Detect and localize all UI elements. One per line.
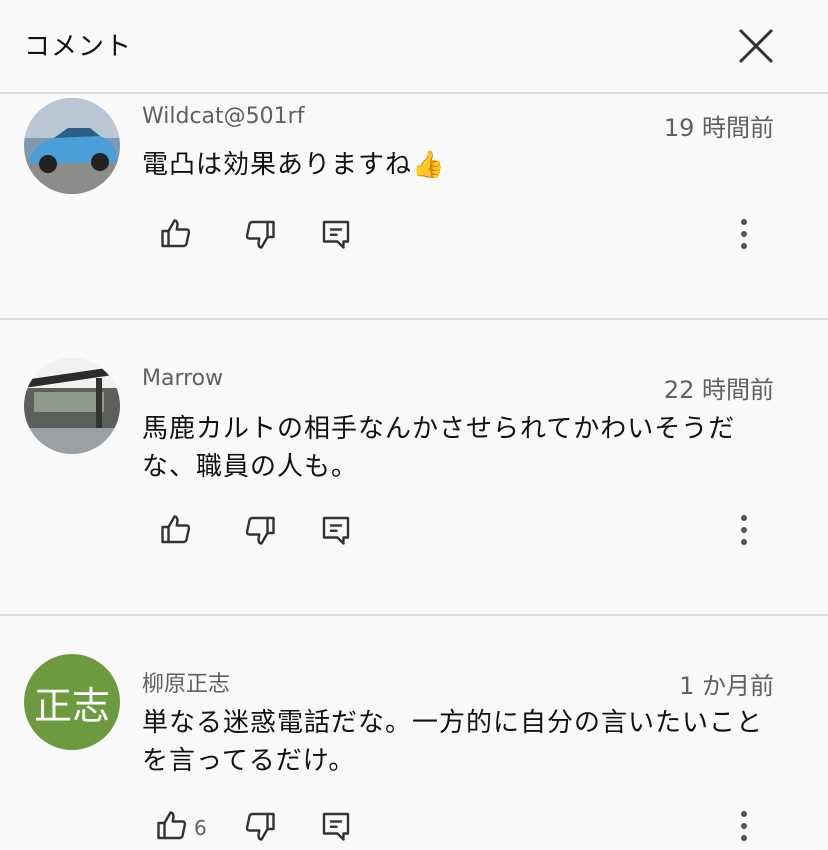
like-button[interactable] bbox=[158, 512, 194, 548]
comment-author[interactable]: Marrow bbox=[142, 366, 223, 391]
reply-button[interactable] bbox=[318, 512, 354, 548]
reply-button[interactable] bbox=[318, 808, 354, 844]
more-vert-icon bbox=[741, 219, 747, 249]
comments-header: コメント bbox=[0, 0, 828, 94]
reply-icon bbox=[322, 812, 350, 841]
building-photo-avatar bbox=[24, 358, 120, 454]
comment-item: Marrow 22 時間前 馬鹿カルトの相手なんかさせられてかわいそうだな、職員… bbox=[0, 320, 828, 616]
close-icon[interactable] bbox=[732, 22, 780, 70]
comment-timestamp: 1 か月前 bbox=[679, 672, 774, 700]
more-vert-icon bbox=[741, 515, 747, 545]
thumbs-up-icon bbox=[161, 219, 191, 248]
avatar-initials: 正志 bbox=[33, 683, 110, 728]
more-options-button[interactable] bbox=[732, 510, 756, 550]
comment-text: 単なる迷惑電話だな。一方的に自分の言いたいことを言ってるだけ。 bbox=[142, 708, 764, 776]
dislike-button[interactable] bbox=[242, 512, 278, 548]
avatar[interactable] bbox=[24, 98, 120, 194]
more-options-button[interactable] bbox=[732, 214, 756, 254]
reply-icon bbox=[322, 516, 350, 545]
comment-text: 馬鹿カルトの相手なんかさせられてかわいそうだな、職員の人も。 bbox=[142, 414, 736, 482]
comment-timestamp: 22 時間前 bbox=[663, 376, 774, 404]
avatar[interactable] bbox=[24, 358, 120, 454]
like-count: 6 bbox=[194, 816, 207, 840]
thumbs-down-icon bbox=[245, 220, 275, 249]
comment-text: 電凸は効果ありますね👍 bbox=[142, 150, 446, 180]
comment-item: 正志 柳原正志 1 か月前 単なる迷惑電話だな。一方的に自分の言いたいことを言っ… bbox=[0, 616, 828, 842]
thumbs-up-icon bbox=[157, 811, 187, 840]
reply-button[interactable] bbox=[318, 216, 354, 252]
more-options-button[interactable] bbox=[732, 806, 756, 846]
thumbs-up-icon bbox=[161, 515, 191, 544]
more-vert-icon bbox=[741, 811, 747, 841]
comment-author[interactable]: 柳原正志 bbox=[142, 666, 230, 698]
car-photo-avatar bbox=[24, 98, 120, 194]
comment-author[interactable]: Wildcat@501rf bbox=[142, 104, 304, 129]
like-button[interactable] bbox=[158, 216, 194, 252]
avatar[interactable]: 正志 bbox=[24, 654, 120, 750]
like-button[interactable] bbox=[154, 808, 190, 844]
dislike-button[interactable] bbox=[242, 808, 278, 844]
comment-item: Wildcat@501rf 19 時間前 電凸は効果ありますね👍 bbox=[0, 94, 828, 320]
thumbs-down-icon bbox=[245, 516, 275, 545]
comment-timestamp: 19 時間前 bbox=[663, 114, 774, 142]
page-title: コメント bbox=[24, 32, 133, 62]
thumbs-down-icon bbox=[245, 812, 275, 841]
reply-icon bbox=[322, 220, 350, 249]
close-button[interactable] bbox=[732, 22, 780, 70]
dislike-button[interactable] bbox=[242, 216, 278, 252]
